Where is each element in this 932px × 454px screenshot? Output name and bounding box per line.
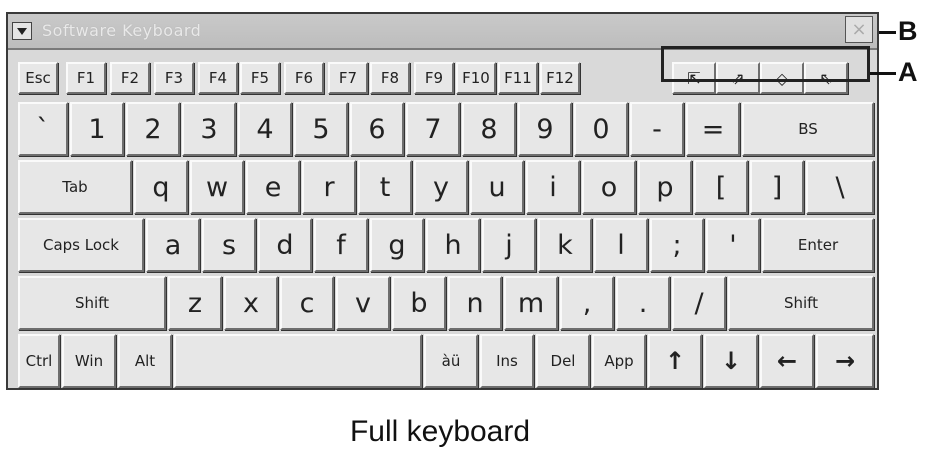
callout-b-line <box>879 31 896 34</box>
key-bottom-8[interactable]: , <box>560 276 614 330</box>
key-number-11[interactable]: - <box>630 102 684 156</box>
key-backslash[interactable]: \ <box>806 160 874 214</box>
key-number-9[interactable]: 9 <box>518 102 572 156</box>
key-number-8[interactable]: 8 <box>462 102 516 156</box>
key-t[interactable]: t <box>358 160 412 214</box>
key-number-3[interactable]: 3 <box>182 102 236 156</box>
key-bottom-5[interactable]: b <box>392 276 446 330</box>
key-win[interactable]: Win <box>62 334 116 388</box>
key-home-10[interactable]: ; <box>650 218 704 272</box>
key-right-shift[interactable]: Shift <box>728 276 874 330</box>
key-home-3[interactable]: d <box>258 218 312 272</box>
callout-b-label: B <box>898 16 918 46</box>
key-number-7[interactable]: 7 <box>406 102 460 156</box>
key-f8[interactable]: F8 <box>370 62 410 94</box>
key-arrow-right[interactable]: → <box>816 334 874 388</box>
callout-a-line <box>870 72 896 75</box>
key-arrow-up[interactable]: ↑ <box>648 334 702 388</box>
key-bottom-7[interactable]: m <box>504 276 558 330</box>
key-backspace[interactable]: BS <box>742 102 874 156</box>
key-f1[interactable]: F1 <box>66 62 106 94</box>
key-arrow-left[interactable]: ← <box>760 334 814 388</box>
key-f3[interactable]: F3 <box>154 62 194 94</box>
key-f10[interactable]: F10 <box>456 62 496 94</box>
window-title: Software Keyboard <box>42 21 202 40</box>
key-language[interactable]: àü <box>424 334 478 388</box>
key-f7[interactable]: F7 <box>328 62 368 94</box>
key-r[interactable]: r <box>302 160 356 214</box>
key-bottom-3[interactable]: c <box>280 276 334 330</box>
key-o[interactable]: o <box>582 160 636 214</box>
figure-caption: Full keyboard <box>349 415 531 448</box>
key-enter[interactable]: Enter <box>762 218 874 272</box>
key-esc[interactable]: Esc <box>18 62 58 94</box>
key-home-6[interactable]: h <box>426 218 480 272</box>
key-ctrl[interactable]: Ctrl <box>18 334 60 388</box>
key-space[interactable] <box>174 334 422 388</box>
key-home-9[interactable]: l <box>594 218 648 272</box>
window-menu-button[interactable] <box>12 22 32 40</box>
key-bottom-4[interactable]: v <box>336 276 390 330</box>
key-number-10[interactable]: 0 <box>574 102 628 156</box>
key-number-1[interactable]: 1 <box>70 102 124 156</box>
key-q[interactable]: q <box>134 160 188 214</box>
title-bar[interactable]: Software Keyboard × <box>8 14 877 50</box>
key-p[interactable]: p <box>638 160 692 214</box>
key-number-5[interactable]: 5 <box>294 102 348 156</box>
key-bottom-1[interactable]: z <box>168 276 222 330</box>
key-f5[interactable]: F5 <box>240 62 280 94</box>
key-caps-lock[interactable]: Caps Lock <box>18 218 144 272</box>
key-y[interactable]: y <box>414 160 468 214</box>
key-number-6[interactable]: 6 <box>350 102 404 156</box>
key-f11[interactable]: F11 <box>498 62 538 94</box>
key-home-1[interactable]: a <box>146 218 200 272</box>
key-i[interactable]: i <box>526 160 580 214</box>
callout-a-label: A <box>898 57 918 87</box>
key-app[interactable]: App <box>592 334 646 388</box>
keyboard-area: Esc F1 F2 F3 F4 F5 F6 F7 F8 F9 F10 F11 F12 ⇱ ⇗ ◇ ⇖ ` 1 2 3 4 5… <box>8 50 877 388</box>
key-number-4[interactable]: 4 <box>238 102 292 156</box>
key-home-2[interactable]: s <box>202 218 256 272</box>
key-number-12[interactable]: = <box>686 102 740 156</box>
key-w[interactable]: w <box>190 160 244 214</box>
key-home-11[interactable]: ' <box>706 218 760 272</box>
key-left-shift[interactable]: Shift <box>18 276 166 330</box>
key-backtick[interactable]: ` <box>18 102 68 156</box>
key-bottom-6[interactable]: n <box>448 276 502 330</box>
key-alt[interactable]: Alt <box>118 334 172 388</box>
key-f9[interactable]: F9 <box>414 62 454 94</box>
key-f6[interactable]: F6 <box>284 62 324 94</box>
function-icons-highlight <box>661 46 870 82</box>
key-bottom-10[interactable]: / <box>672 276 726 330</box>
key-u[interactable]: u <box>470 160 524 214</box>
key-right-bracket[interactable]: ] <box>750 160 804 214</box>
key-f2[interactable]: F2 <box>110 62 150 94</box>
key-left-bracket[interactable]: [ <box>694 160 748 214</box>
key-home-8[interactable]: k <box>538 218 592 272</box>
key-delete[interactable]: Del <box>536 334 590 388</box>
key-f12[interactable]: F12 <box>540 62 580 94</box>
key-number-2[interactable]: 2 <box>126 102 180 156</box>
key-home-7[interactable]: j <box>482 218 536 272</box>
key-insert[interactable]: Ins <box>480 334 534 388</box>
key-home-4[interactable]: f <box>314 218 368 272</box>
key-home-5[interactable]: g <box>370 218 424 272</box>
key-bottom-2[interactable]: x <box>224 276 278 330</box>
key-tab[interactable]: Tab <box>18 160 132 214</box>
key-arrow-down[interactable]: ↓ <box>704 334 758 388</box>
close-button[interactable]: × <box>845 16 873 43</box>
key-bottom-9[interactable]: . <box>616 276 670 330</box>
key-e[interactable]: e <box>246 160 300 214</box>
key-f4[interactable]: F4 <box>198 62 238 94</box>
